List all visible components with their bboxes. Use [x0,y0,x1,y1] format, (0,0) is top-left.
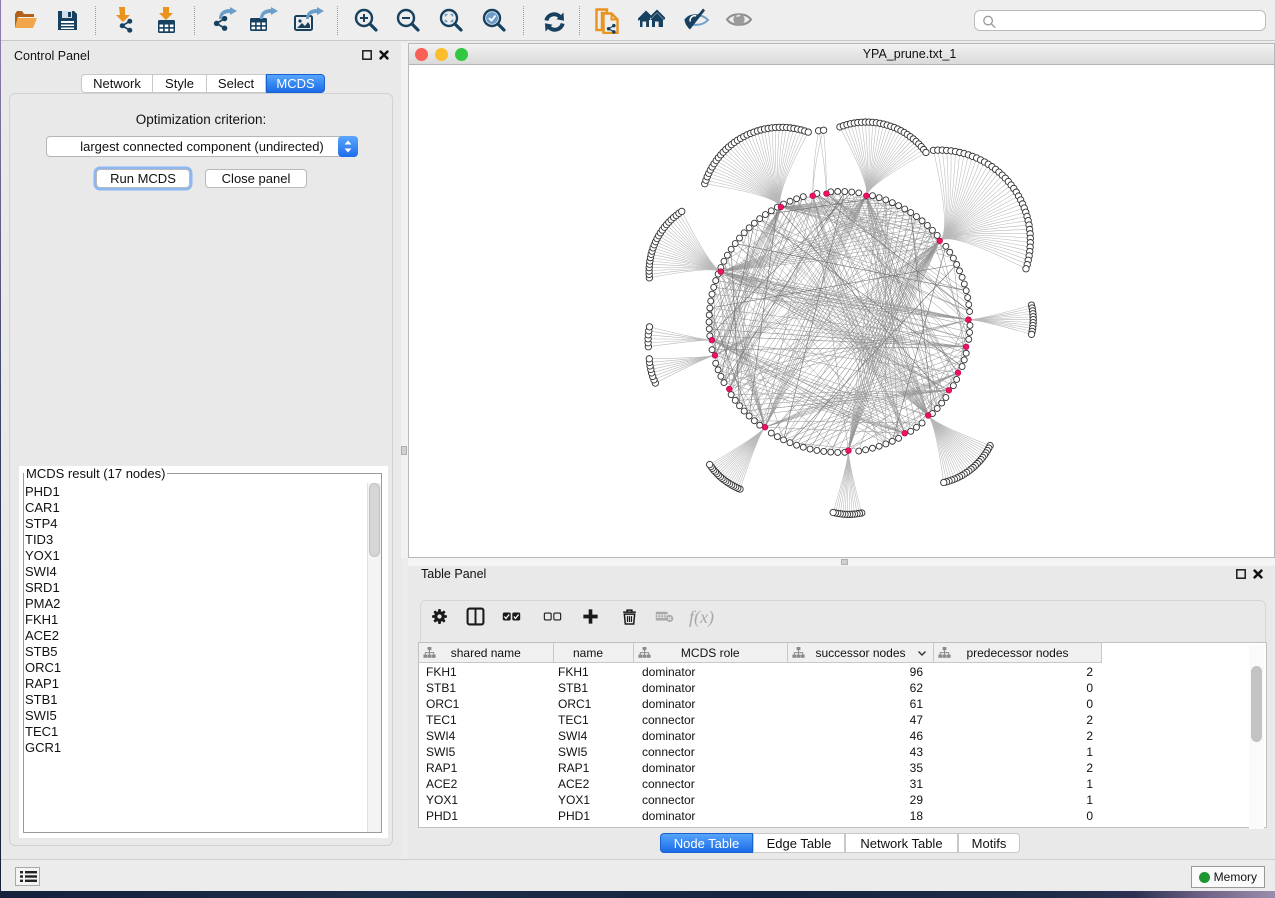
svg-text:f(x): f(x) [689,607,714,628]
